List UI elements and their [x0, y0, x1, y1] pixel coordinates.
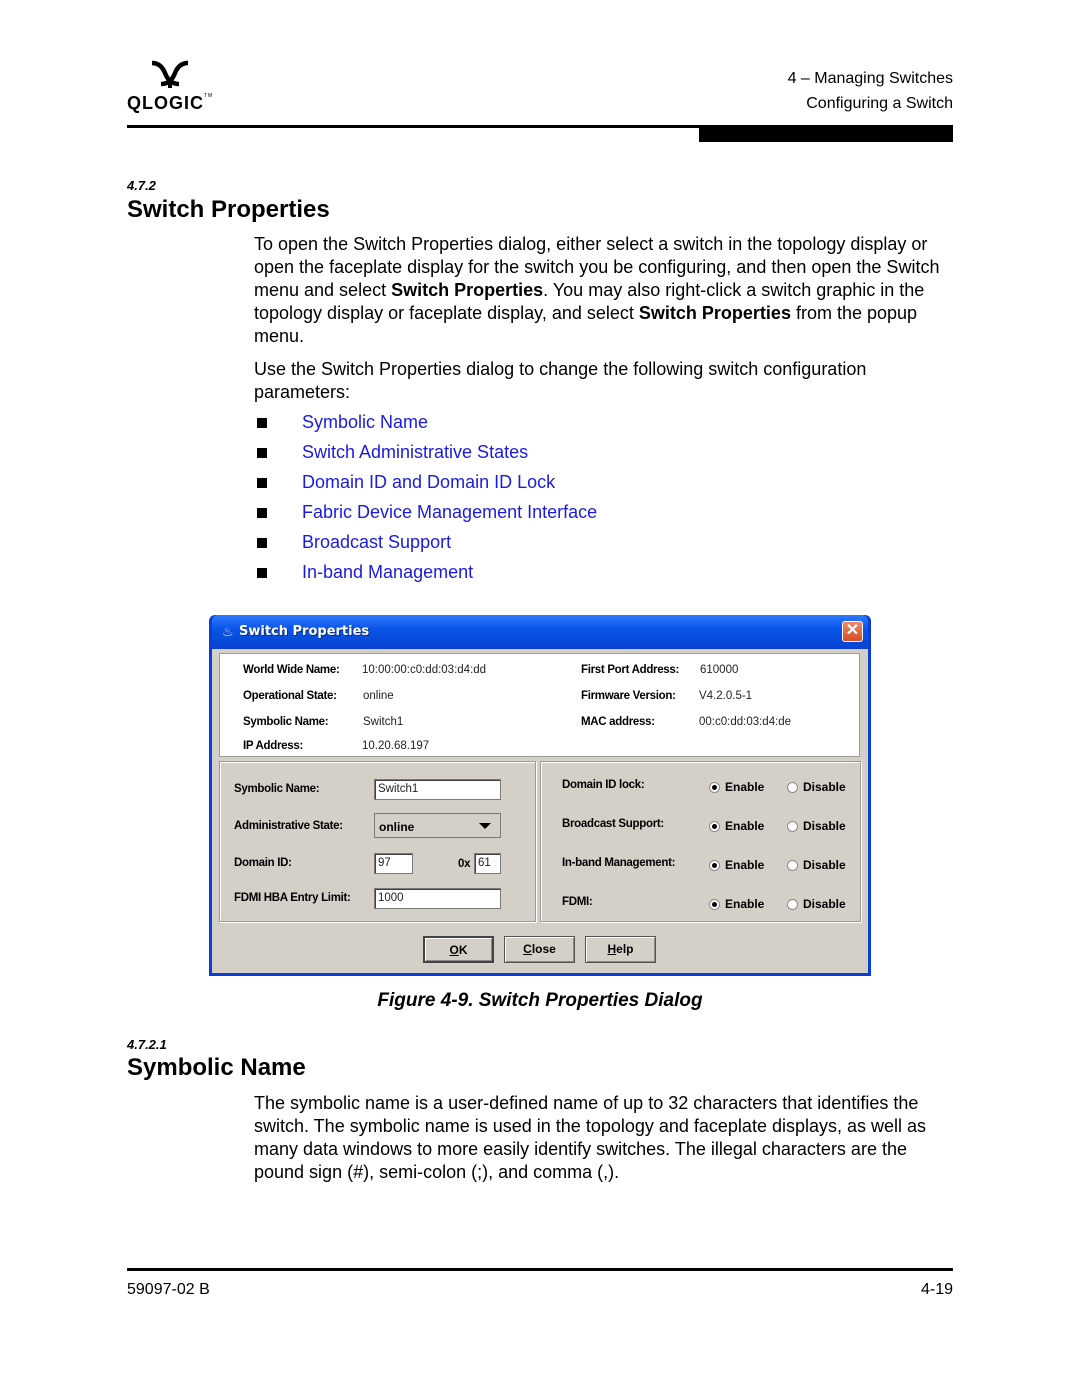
intro-paragraph: To open the Switch Properties dialog, ei… [254, 234, 940, 346]
close-button[interactable]: Close [504, 936, 575, 963]
list-item: Domain ID and Domain ID Lock [254, 470, 597, 500]
admin-state-value: online [379, 820, 415, 834]
link-fdmi[interactable]: Fabric Device Management Interface [302, 502, 597, 522]
section-heading: Switch Properties [127, 196, 330, 223]
figure-caption: Figure 4-9. Switch Properties Dialog [377, 990, 703, 1011]
wwn-value: 10:00:00:c0:dd:03:d4:dd [362, 664, 487, 676]
switch-info-panel: World Wide Name: 10:00:00:c0:dd:03:d4:dd… [219, 653, 860, 757]
radio-selected-icon [709, 821, 720, 832]
link-domain-id[interactable]: Domain ID and Domain ID Lock [302, 472, 555, 492]
switch-properties-dialog: ♨ Switch Properties ✕ World Wide Name: 1… [209, 615, 871, 976]
option-label: FDMI: [562, 896, 593, 908]
chevron-down-icon [479, 823, 491, 829]
subsection-heading: Symbolic Name [127, 1054, 306, 1081]
broadcast-disable-radio[interactable]: Disable [787, 819, 846, 833]
bullet-square-icon [257, 538, 267, 548]
bullet-square-icon [257, 508, 267, 518]
inband-enable-radio[interactable]: Enable [709, 858, 764, 872]
hex-prefix-label: 0x [458, 858, 471, 870]
running-header: 4 – Managing Switches Configuring a Swit… [788, 66, 953, 116]
symname-info-value: Switch1 [363, 716, 404, 728]
opstate-value: online [363, 690, 394, 702]
symname-info-label: Symbolic Name: [243, 716, 329, 728]
link-inband-management[interactable]: In-band Management [302, 562, 473, 582]
mac-address-label: MAC address: [581, 716, 655, 728]
first-port-address-label: First Port Address: [581, 664, 680, 676]
option-label: Domain ID lock: [562, 779, 645, 791]
close-icon: ✕ [845, 622, 860, 639]
ip-label: IP Address: [243, 740, 303, 752]
document-number: 59097-02 B [127, 1281, 210, 1298]
qlogic-logo: QLOGICTM [127, 60, 217, 115]
section-title: Configuring a Switch [806, 95, 953, 112]
admin-state-dropdown[interactable]: online [374, 813, 501, 838]
opstate-label: Operational State: [243, 690, 337, 702]
radio-unselected-icon [787, 821, 798, 832]
fdmi-disable-radio[interactable]: Disable [787, 897, 846, 911]
header-tab-bar [699, 125, 953, 142]
list-item: Broadcast Support [254, 530, 597, 560]
radio-unselected-icon [787, 782, 798, 793]
firmware-version-value: V4.2.0.5-1 [699, 690, 753, 702]
admin-state-label: Administrative State: [234, 820, 343, 832]
dialog-titlebar[interactable]: ♨ Switch Properties ✕ [212, 615, 868, 649]
domain-id-lock-enable-radio[interactable]: Enable [709, 780, 764, 794]
list-item: In-band Management [254, 560, 597, 590]
qlogic-logo-mark-icon [151, 60, 189, 88]
section-number: 4.7.2 [127, 178, 156, 193]
symbolic-name-paragraph: The symbolic name is a user-defined name… [254, 1093, 927, 1182]
ip-value: 10.20.68.197 [362, 740, 430, 752]
parameters-paragraph: Use the Switch Properties dialog to chan… [254, 359, 867, 402]
bullet-square-icon [257, 418, 267, 428]
list-item: Fabric Device Management Interface [254, 500, 597, 530]
symbolic-name-label: Symbolic Name: [234, 783, 320, 795]
link-broadcast-support[interactable]: Broadcast Support [302, 532, 451, 552]
domain-id-label: Domain ID: [234, 857, 292, 869]
fdmi-limit-input[interactable]: 1000 [374, 888, 501, 909]
ok-button[interactable]: OK [423, 936, 494, 963]
list-item: Symbolic Name [254, 410, 597, 440]
mac-address-value: 00:c0:dd:03:d4:de [699, 716, 792, 728]
bullet-square-icon [257, 478, 267, 488]
radio-selected-icon [709, 899, 720, 910]
first-port-address-value: 610000 [700, 664, 739, 676]
option-label: Broadcast Support: [562, 818, 664, 830]
broadcast-enable-radio[interactable]: Enable [709, 819, 764, 833]
switch-settings-group: Symbolic Name: Switch1 Administrative St… [219, 761, 536, 922]
domain-id-hex-input[interactable]: 61 [474, 853, 501, 874]
page-number: 4-19 [920, 1281, 953, 1298]
dialog-title: Switch Properties [239, 624, 370, 639]
close-window-button[interactable]: ✕ [842, 621, 863, 642]
parameter-link-list: Symbolic Name Switch Administrative Stat… [254, 410, 597, 590]
logo-wordmark: QLOGICTM [127, 93, 214, 113]
fdmi-limit-label: FDMI HBA Entry Limit: [234, 892, 351, 904]
firmware-version-label: Firmware Version: [581, 690, 676, 702]
footer-rule [127, 1268, 953, 1271]
switch-options-group: Domain ID lock: Enable Disable Broadcast… [540, 761, 861, 922]
bullet-square-icon [257, 448, 267, 458]
list-item: Switch Administrative States [254, 440, 597, 470]
symbolic-name-input[interactable]: Switch1 [374, 779, 501, 800]
radio-unselected-icon [787, 860, 798, 871]
domain-id-input[interactable]: 97 [374, 853, 413, 874]
radio-unselected-icon [787, 899, 798, 910]
chapter-title: 4 – Managing Switches [787, 70, 953, 87]
link-symbolic-name[interactable]: Symbolic Name [302, 412, 428, 432]
wwn-label: World Wide Name: [243, 664, 340, 676]
help-button[interactable]: Help [585, 936, 656, 963]
subsection-number: 4.7.2.1 [127, 1037, 167, 1052]
link-switch-admin-states[interactable]: Switch Administrative States [302, 442, 528, 462]
java-cup-icon: ♨ [222, 624, 234, 639]
radio-selected-icon [709, 782, 720, 793]
fdmi-enable-radio[interactable]: Enable [709, 897, 764, 911]
domain-id-lock-disable-radio[interactable]: Disable [787, 780, 846, 794]
dialog-body: World Wide Name: 10:00:00:c0:dd:03:d4:dd… [212, 649, 868, 973]
option-label: In-band Management: [562, 857, 676, 869]
inband-disable-radio[interactable]: Disable [787, 858, 846, 872]
bullet-square-icon [257, 568, 267, 578]
radio-selected-icon [709, 860, 720, 871]
